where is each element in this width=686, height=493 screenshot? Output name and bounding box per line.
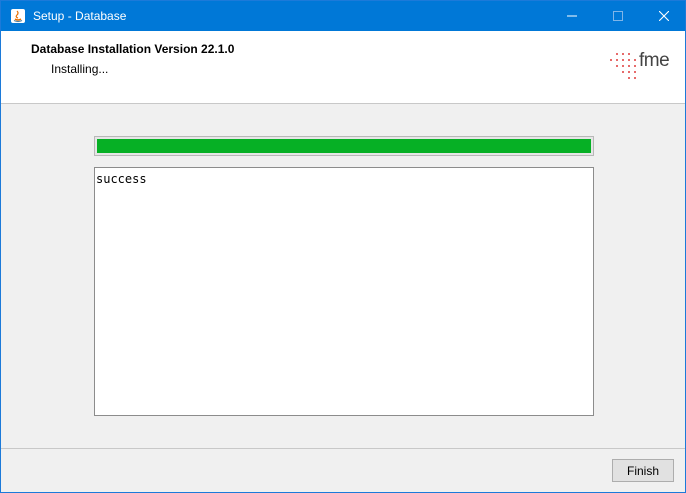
logo-text: fme xyxy=(639,50,670,71)
finish-button[interactable]: Finish xyxy=(612,459,674,482)
footer-separator xyxy=(1,448,685,449)
log-text: success xyxy=(96,172,147,186)
installation-log[interactable]: success xyxy=(94,167,594,416)
installation-progress-bar xyxy=(94,136,594,156)
minimize-icon xyxy=(567,15,577,17)
maximize-button[interactable] xyxy=(595,1,641,31)
installation-status: Installing... xyxy=(51,62,109,76)
window-title: Setup - Database xyxy=(33,9,127,23)
minimize-button[interactable] xyxy=(549,1,595,31)
progress-fill xyxy=(97,139,591,153)
installation-title: Database Installation Version 22.1.0 xyxy=(31,42,235,56)
setup-window: Setup - Database Database Installation V… xyxy=(0,0,686,493)
java-app-icon xyxy=(10,8,26,24)
close-button[interactable] xyxy=(641,1,686,31)
fme-logo: fme xyxy=(608,49,674,87)
maximize-icon xyxy=(613,11,623,21)
close-icon xyxy=(659,11,669,21)
installer-header: Database Installation Version 22.1.0 Ins… xyxy=(1,31,685,104)
title-bar[interactable]: Setup - Database xyxy=(1,1,685,31)
